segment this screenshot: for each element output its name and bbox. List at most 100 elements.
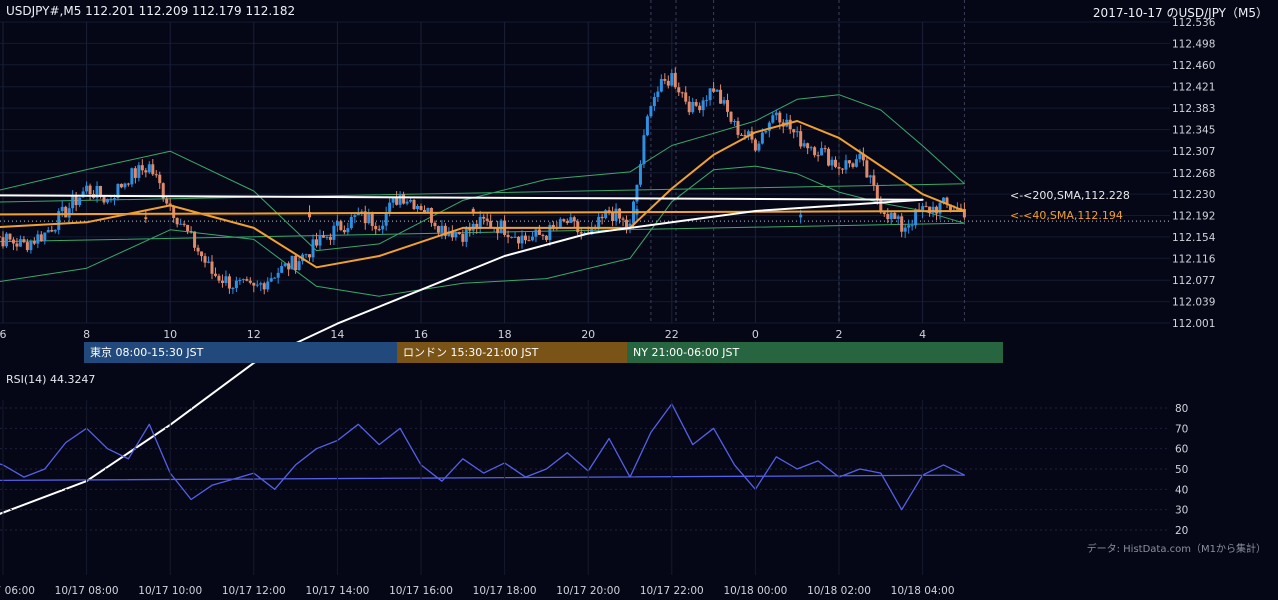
candle-body [151,164,155,175]
rsi-tick-label: 30 [1175,505,1188,517]
candle-body [820,148,824,156]
candle-body [374,226,378,230]
price-tick-label: 112.039 [1172,297,1215,309]
rsi-tick-label: 20 [1175,525,1188,537]
candle-body [614,208,618,222]
rsi-tick-label: 70 [1175,423,1188,435]
candle-body [565,221,569,223]
candle-body [687,101,691,113]
hour-tick-label: 12 [247,328,261,341]
candle-body [154,174,158,176]
candle-body [562,219,566,222]
time-tick-label: 10/17 08:00 [55,585,119,597]
rsi-panel: 80 70 60 50 40 30 20 [0,403,1188,537]
candle-body [638,164,642,185]
candle-body [558,219,562,228]
candle-body [412,199,416,210]
candle-body [485,218,489,221]
candle-body [806,143,810,149]
candle-body [875,185,879,200]
candle-body [778,112,782,123]
candle-body [231,288,235,290]
candle-body [147,164,151,173]
candle-body [924,206,928,208]
chart-canvas[interactable]: 112.536 112.498 112.460 112.421 112.383 112.3… [0,0,1278,600]
candle-body [840,168,844,170]
candle-body [739,134,743,136]
candle-body [252,282,256,286]
candle-body [220,280,224,283]
candle-body [78,197,82,206]
price-axis: 112.536 112.498 112.460 112.421 112.383 112.3… [1172,17,1216,330]
candle-body [179,223,183,225]
candle-body [680,92,684,94]
candle-body [259,283,263,285]
candle-body [872,175,876,186]
candle-body [719,89,723,104]
price-tick-label: 112.536 [1172,17,1216,29]
candle-body [182,223,186,225]
candle-body [112,198,116,200]
candle-body [670,73,674,86]
hour-tick-label: 20 [581,328,595,341]
price-tick-label: 112.116 [1172,253,1216,265]
candle-body [436,226,440,233]
candle-body [402,194,406,204]
candle-body [67,208,71,218]
candle-body [342,230,346,233]
candle-body [652,96,656,107]
candle-body [88,185,92,195]
time-tick-label: 10/17 12:00 [222,585,286,597]
candle-body [482,216,486,219]
candle-body [248,280,252,283]
candle-body [788,119,792,130]
price-tick-label: 112.345 [1172,124,1215,136]
candle-body [837,166,841,169]
candle-body [600,216,604,219]
hour-tick-label: 16 [414,328,428,341]
candle-body [119,183,123,188]
candle-body [283,263,287,267]
candle-body [569,217,573,223]
candle-body [729,111,733,122]
candle-body [123,183,127,188]
candle-body [618,208,622,219]
candle-body [193,231,197,248]
hour-tick-label: 2 [836,328,843,341]
hour-tick-label: 18 [498,328,512,341]
session-tokyo: 東京 08:00-15:30 JST [84,342,397,363]
candle-body [332,225,336,240]
candle-body [847,160,851,164]
price-tick-label: 112.421 [1172,82,1215,94]
sma200-label: <-<200,SMA,112.228 [1010,189,1130,202]
time-tick-label: 10/17 20:00 [556,585,620,597]
candle-body [889,212,893,220]
candle-body [255,284,259,286]
candle-body [144,217,148,220]
time-tick-label: 10/17 10:00 [138,585,202,597]
candle-body [318,235,322,246]
bollinger-lower [0,165,965,297]
candle-body [266,281,270,290]
candle-body [659,78,663,92]
price-grid [0,0,1170,324]
candle-body [844,160,848,170]
candle-body [335,221,339,226]
candle-body [367,213,371,224]
candle-body [705,100,709,102]
time-tick-label: 10/17 16:00 [389,585,453,597]
candle-body [4,233,8,247]
candle-body [656,91,660,97]
candle-body [544,235,548,240]
time-tick-label: 10/18 02:00 [807,585,871,597]
candle-body [210,261,214,274]
candle-body [910,225,914,227]
candle-body [109,198,113,200]
candle-body [834,159,838,167]
hour-axis: 6 8 10 12 14 16 18 20 22 0 2 4 [0,328,926,341]
candle-body [579,232,583,234]
candle-body [64,206,68,218]
candle-body [349,216,353,229]
sma40-label: <-<40,SMA,112.194 [1010,209,1123,222]
candle-body [691,102,695,113]
